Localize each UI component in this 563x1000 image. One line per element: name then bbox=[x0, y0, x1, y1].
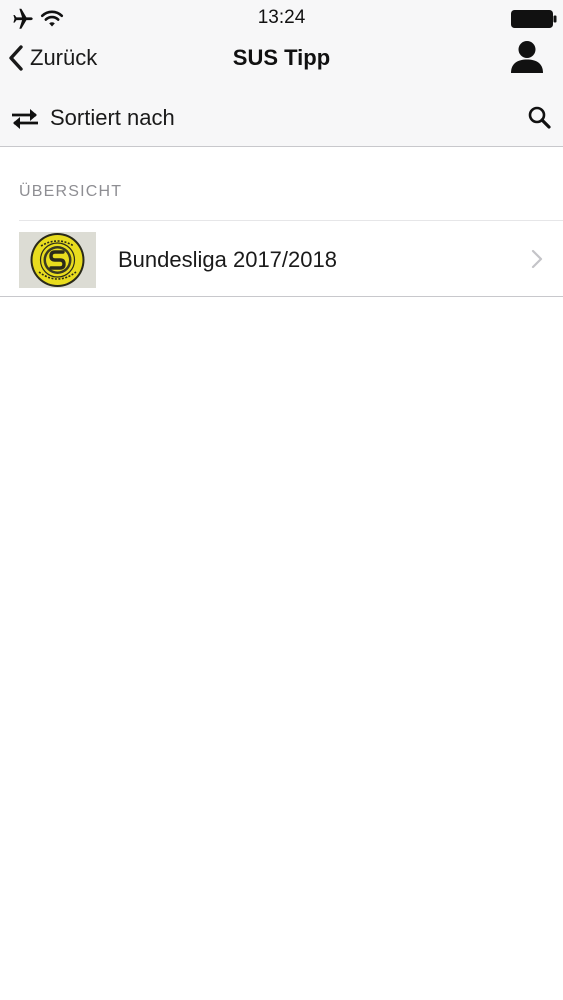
person-icon[interactable] bbox=[508, 40, 546, 74]
list-bottom-border bbox=[0, 296, 563, 297]
list-item-label: Bundesliga 2017/2018 bbox=[118, 247, 337, 272]
chevron-right-icon bbox=[531, 249, 543, 269]
sort-button[interactable]: Sortiert nach bbox=[10, 96, 175, 140]
swap-arrows-icon bbox=[12, 109, 38, 129]
back-button[interactable]: Zurück bbox=[6, 38, 97, 78]
sort-label: Sortiert nach bbox=[50, 105, 175, 130]
navigation-bar: Zurück SUS Tipp bbox=[0, 38, 563, 78]
back-button-label: Zurück bbox=[30, 45, 98, 70]
section-header: ÜBERSICHT bbox=[19, 183, 123, 200]
club-badge-thumbnail bbox=[19, 232, 96, 288]
search-icon[interactable] bbox=[526, 104, 554, 132]
sort-toolbar: Sortiert nach bbox=[0, 96, 563, 140]
chevron-left-icon bbox=[9, 45, 23, 71]
status-time: 13:24 bbox=[257, 7, 306, 28]
top-bar-area: 13:24 Zurück SUS Tipp Sortiert nach bbox=[0, 0, 563, 147]
battery-icon bbox=[511, 10, 557, 28]
club-badge-logo bbox=[19, 232, 96, 288]
list-item[interactable]: Bundesliga 2017/2018 bbox=[0, 221, 563, 296]
status-bar: 13:24 bbox=[0, 0, 563, 38]
